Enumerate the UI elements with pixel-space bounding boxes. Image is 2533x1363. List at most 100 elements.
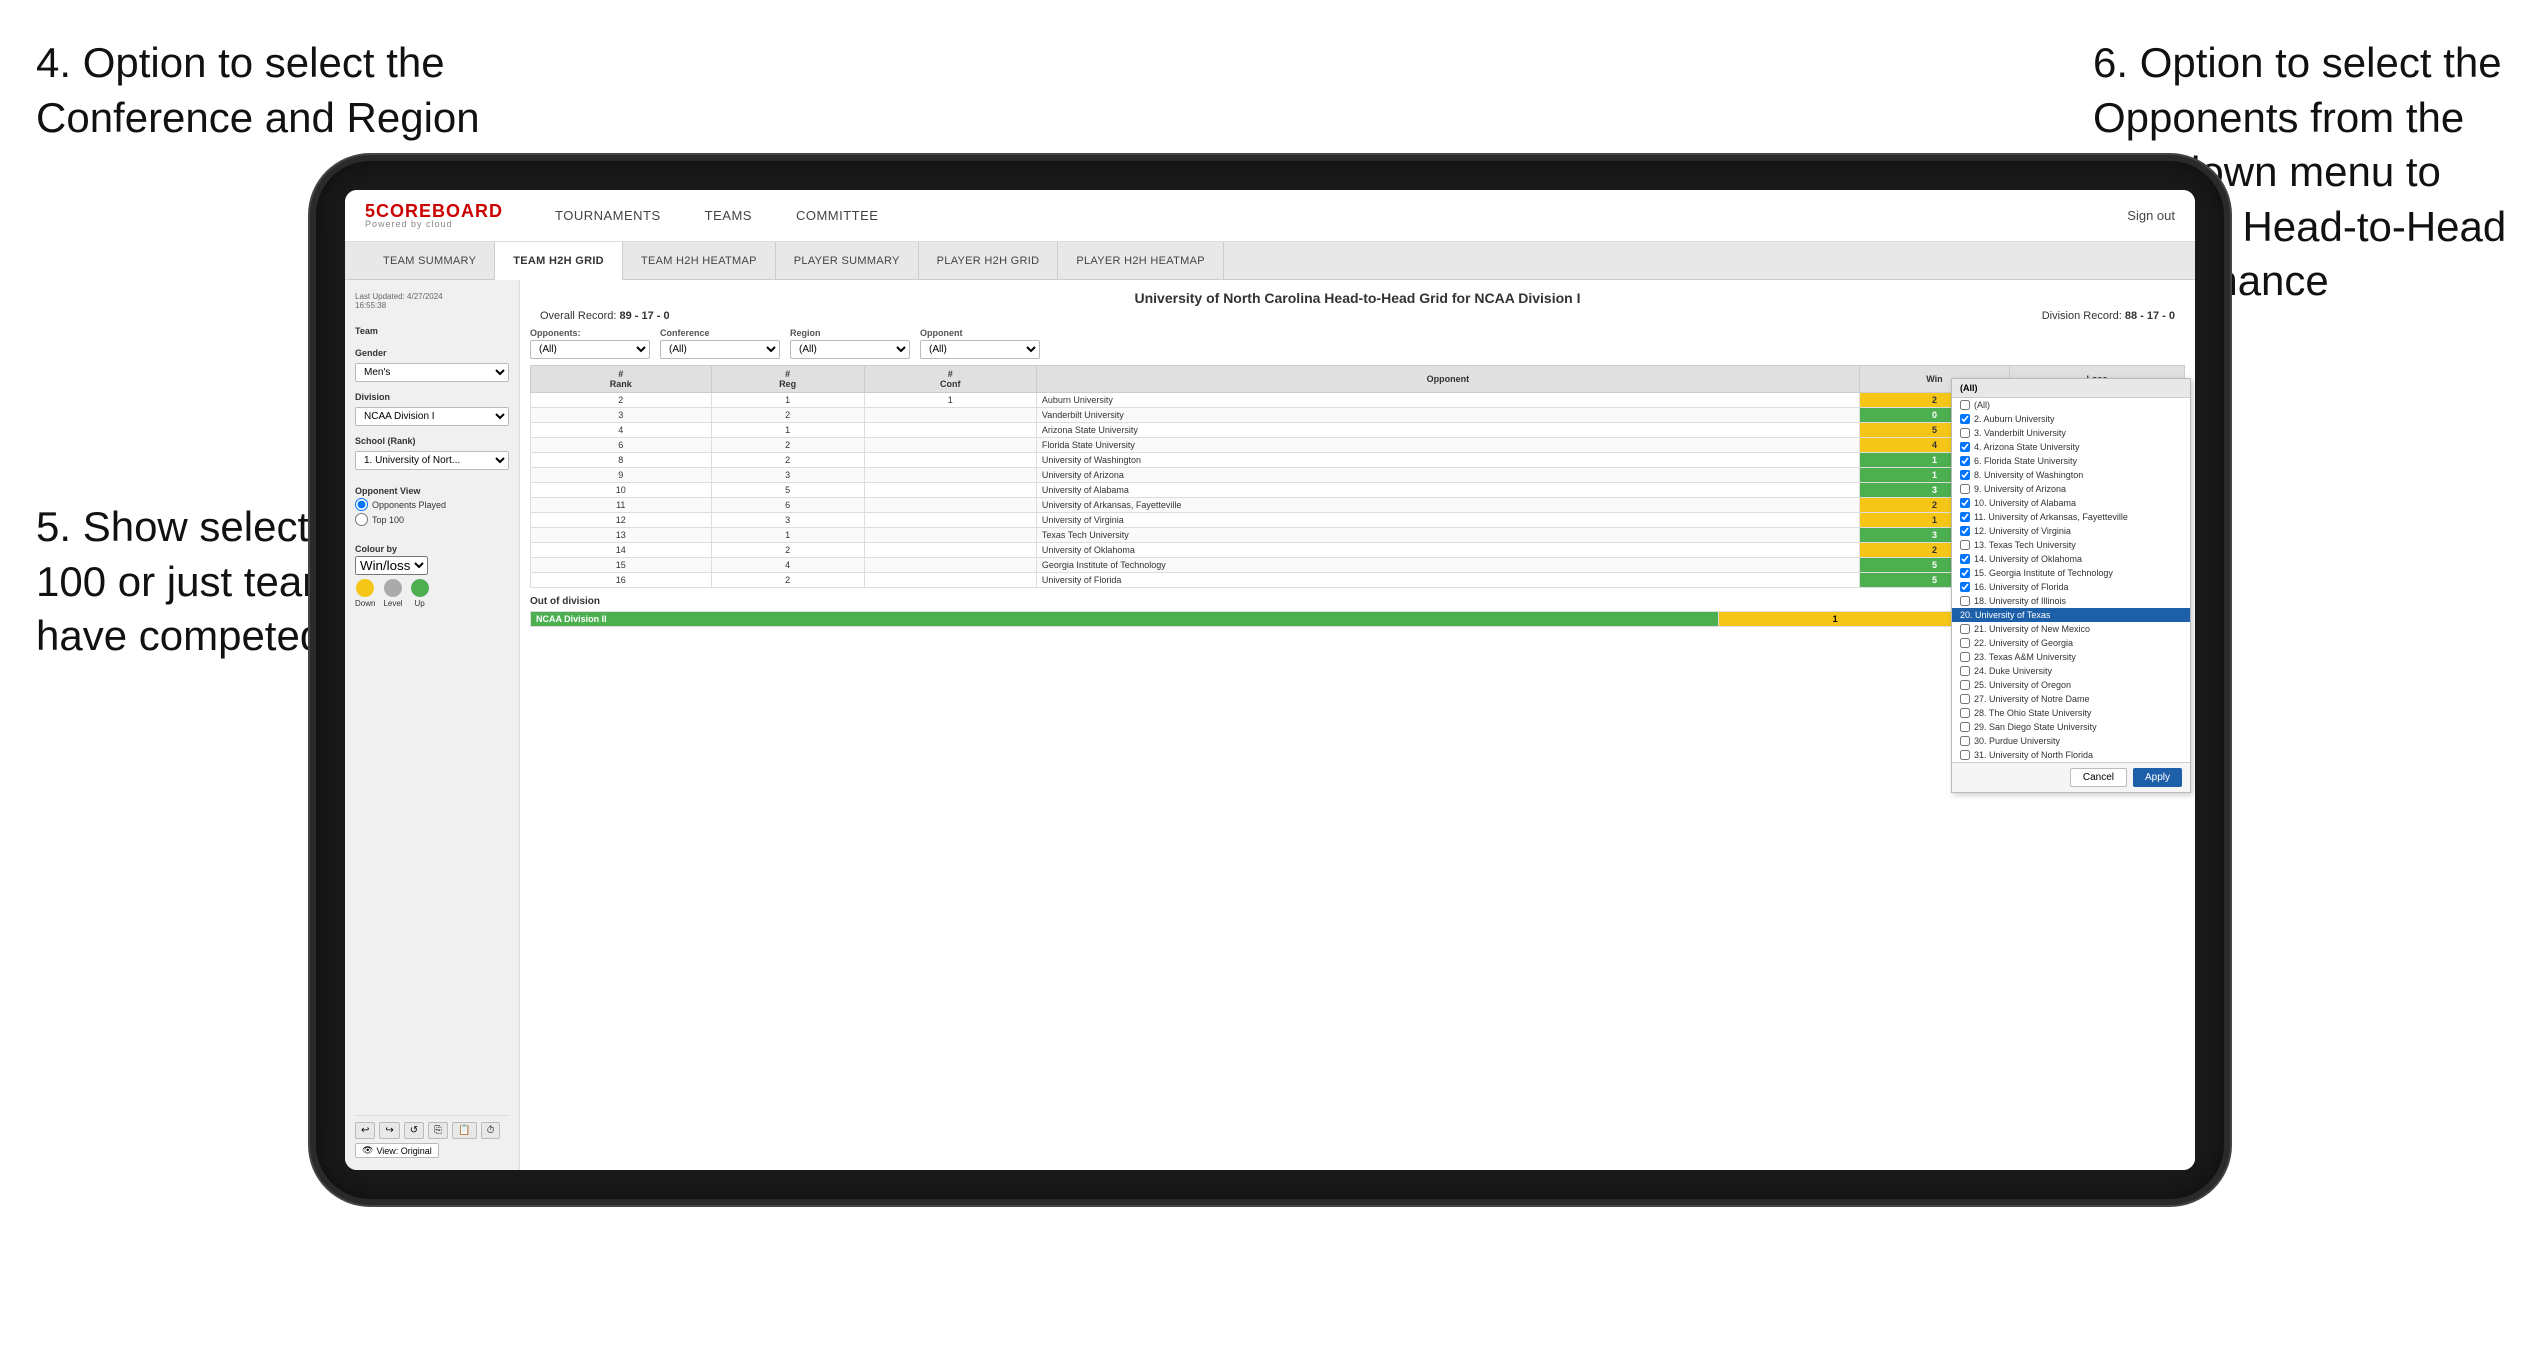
colour-level: Level [383,579,402,608]
dropdown-item[interactable]: 2. Auburn University [1952,412,2190,426]
dropdown-item[interactable]: 10. University of Alabama [1952,496,2190,510]
cell-opponent: Arizona State University [1036,423,1859,438]
nav-tournaments[interactable]: TOURNAMENTS [533,190,683,242]
table-row: 12 3 University of Virginia 1 1 [531,513,2185,528]
school-select[interactable]: 1. University of Nort... [355,451,509,470]
right-content: University of North Carolina Head-to-Hea… [520,280,2195,1170]
dropdown-item[interactable]: 20. University of Texas [1952,608,2190,622]
dropdown-item[interactable]: 15. Georgia Institute of Technology [1952,566,2190,580]
conference-filter-select[interactable]: (All) [660,340,780,359]
region-filter-select[interactable]: (All) [790,340,910,359]
cancel-button[interactable]: Cancel [2070,768,2127,787]
dropdown-item[interactable]: 21. University of New Mexico [1952,622,2190,636]
dropdown-item[interactable]: 16. University of Florida [1952,580,2190,594]
cell-rank: 4 [531,423,712,438]
subnav-player-summary[interactable]: PLAYER SUMMARY [776,242,919,280]
dropdown-item[interactable]: (All) [1952,398,2190,412]
down-dot [356,579,374,597]
nav-right[interactable]: Sign out [2127,208,2175,223]
table-row: 3 2 Vanderbilt University 0 4 [531,408,2185,423]
cell-conf [864,468,1036,483]
nav-committee[interactable]: COMMITTEE [774,190,901,242]
opponent-view-section: Opponent View Opponents Played Top 100 [355,486,509,528]
cell-reg: 3 [711,468,864,483]
dropdown-item[interactable]: 11. University of Arkansas, Fayetteville [1952,510,2190,524]
dropdown-item[interactable]: 9. University of Arizona [1952,482,2190,496]
undo-btn[interactable]: ↩ [355,1122,375,1139]
cell-conf [864,498,1036,513]
subnav-player-h2h-heatmap[interactable]: PLAYER H2H HEATMAP [1058,242,1223,280]
dropdown-item[interactable]: 13. Texas Tech University [1952,538,2190,552]
radio-top100[interactable]: Top 100 [355,513,509,526]
cell-reg: 2 [711,573,864,588]
dropdown-item[interactable]: 3. Vanderbilt University [1952,426,2190,440]
cell-conf [864,453,1036,468]
opponents-filter-select[interactable]: (All) [530,340,650,359]
division-select[interactable]: NCAA Division I [355,407,509,426]
cell-reg: 6 [711,498,864,513]
dropdown-item[interactable]: 6. Florida State University [1952,454,2190,468]
cell-rank: 2 [531,393,712,408]
gender-select[interactable]: Men's [355,363,509,382]
cell-reg: 3 [711,513,864,528]
radio-opponents-played[interactable]: Opponents Played [355,498,509,511]
dropdown-item[interactable]: 8. University of Washington [1952,468,2190,482]
cell-opponent: University of Oklahoma [1036,543,1859,558]
copy-btn[interactable]: ⎘ [428,1122,448,1139]
cell-rank: 13 [531,528,712,543]
cell-rank: 14 [531,543,712,558]
subnav-team-summary[interactable]: TEAM SUMMARY [365,242,495,280]
cell-conf [864,558,1036,573]
dropdown-item[interactable]: 23. Texas A&M University [1952,650,2190,664]
dropdown-item[interactable]: 24. Duke University [1952,664,2190,678]
colour-select[interactable]: Win/loss [355,556,428,575]
cell-opponent: University of Virginia [1036,513,1859,528]
nav-teams[interactable]: TEAMS [683,190,774,242]
cell-rank: 8 [531,453,712,468]
apply-button[interactable]: Apply [2133,768,2182,787]
dropdown-item[interactable]: 31. University of North Florida [1952,748,2190,762]
subnav-team-h2h-heatmap[interactable]: TEAM H2H HEATMAP [623,242,776,280]
view-original-btn[interactable]: 👁 View: Original [355,1143,439,1158]
col-conf: #Conf [864,366,1036,393]
cell-conf [864,573,1036,588]
dropdown-item[interactable]: 14. University of Oklahoma [1952,552,2190,566]
opponent-dropdown-overlay[interactable]: (All) (All) 2. Auburn University 3. Vand… [1951,378,2191,793]
page-title: University of North Carolina Head-to-Hea… [530,290,2185,306]
dropdown-item[interactable]: 4. Arizona State University [1952,440,2190,454]
subnav-player-h2h-grid[interactable]: PLAYER H2H GRID [919,242,1059,280]
dropdown-item[interactable]: 27. University of Notre Dame [1952,692,2190,706]
colour-down: Down [355,579,375,608]
paste-btn[interactable]: 📋 [452,1122,476,1139]
colour-section: Colour by Win/loss Down Level [355,544,509,608]
dropdown-item[interactable]: 30. Purdue University [1952,734,2190,748]
table-row: 4 1 Arizona State University 5 1 [531,423,2185,438]
opponent-filter-group: Opponent (All) [920,328,1040,359]
dropdown-item[interactable]: 22. University of Georgia [1952,636,2190,650]
colour-up: Up [411,579,429,608]
cell-conf: 1 [864,393,1036,408]
colour-dots: Down Level Up [355,579,509,608]
tablet-frame: 5COREBOARD Powered by cloud TOURNAMENTS … [310,155,2230,1205]
sub-navbar: TEAM SUMMARY TEAM H2H GRID TEAM H2H HEAT… [345,242,2195,280]
table-row: 10 5 University of Alabama 3 0 [531,483,2185,498]
dropdown-item[interactable]: 25. University of Oregon [1952,678,2190,692]
cell-conf [864,483,1036,498]
cell-reg: 2 [711,438,864,453]
clock-btn[interactable]: ⏱ [481,1122,501,1139]
data-table: #Rank #Reg #Conf Opponent Win Loss 2 1 1… [530,365,2185,588]
opponent-filter-select[interactable]: (All) [920,340,1040,359]
left-toolbar: ↩ ↪ ↺ ⎘ 📋 ⏱ 👁 View: Original [355,1115,509,1158]
redo-btn[interactable]: ↪ [379,1122,399,1139]
dropdown-item[interactable]: 28. The Ohio State University [1952,706,2190,720]
dropdown-item[interactable]: 12. University of Virginia [1952,524,2190,538]
cell-rank: 12 [531,513,712,528]
col-rank: #Rank [531,366,712,393]
dropdown-items-list: (All) 2. Auburn University 3. Vanderbilt… [1952,398,2190,762]
dropdown-item[interactable]: 18. University of Illinois [1952,594,2190,608]
dropdown-item[interactable]: 29. San Diego State University [1952,720,2190,734]
reset-btn[interactable]: ↺ [404,1122,424,1139]
subnav-team-h2h-grid[interactable]: TEAM H2H GRID [495,242,623,280]
up-dot [411,579,429,597]
table-row: 16 2 University of Florida 5 1 [531,573,2185,588]
